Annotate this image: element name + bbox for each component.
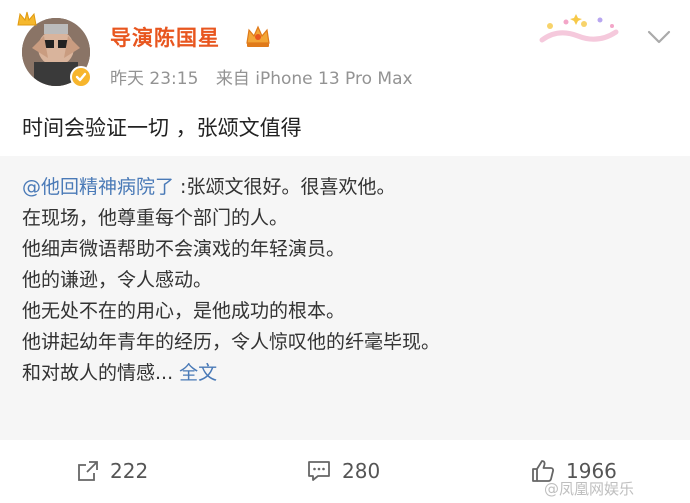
repost-count: 222 (110, 459, 149, 483)
chevron-down-icon[interactable] (646, 28, 672, 46)
repost-content: @他回精神病院了 :张颂文很好。很喜欢他。 在现场，他尊重每个部门的人。 他细声… (22, 172, 440, 389)
comment-count: 280 (342, 459, 381, 483)
repost-line: 在现场，他尊重每个部门的人。 (22, 207, 289, 229)
watermark: @凤凰网娱乐 (544, 480, 635, 498)
repost-last-line: 和对故人的情感... (22, 362, 180, 384)
repost-line: @他回精神病院了 :张颂文很好。很喜欢他。 (22, 172, 440, 203)
repost-line: 他讲起幼年青年的经历，令人惊叹他的纤毫毕现。 (22, 331, 441, 353)
comment-button[interactable]: 280 (306, 456, 380, 486)
repost-line: 他的谦逊，令人感动。 (22, 269, 213, 291)
post-meta: 昨天 23:15 来自 iPhone 13 Pro Max (110, 64, 425, 89)
verified-badge-icon (70, 66, 92, 88)
repost-first-line: :张颂文很好。很喜欢他。 (174, 176, 396, 198)
post-text: 时间会验证一切 ，张颂文值得 (22, 116, 302, 140)
author-name[interactable]: 导演陈国星 (110, 22, 220, 52)
weibo-post: 导演陈国星 昨天 23:15 来自 iPhone 13 Pro Max 时间会验… (0, 0, 690, 503)
repost-line: 他无处不在的用心，是他成功的根本。 (22, 300, 346, 322)
repost-button[interactable]: 222 (76, 456, 148, 486)
mention-link[interactable]: @他回精神病院了 (22, 176, 174, 198)
avatar[interactable] (17, 11, 92, 88)
share-icon (78, 461, 98, 481)
repost-box[interactable]: @他回精神病院了 :张颂文很好。很喜欢他。 在现场，他尊重每个部门的人。 他细声… (0, 156, 690, 440)
card-decoration-icon (538, 14, 620, 50)
repost-line: 他细声微语帮助不会演戏的年轻演员。 (22, 238, 346, 260)
post-timestamp: 昨天 23:15 (110, 69, 199, 89)
repost-line: 和对故人的情感... 全文 (22, 358, 440, 389)
crown-icon[interactable] (244, 23, 272, 49)
full-text-link[interactable]: 全文 (179, 362, 217, 384)
avatar-crown-icon (16, 10, 38, 32)
post-source: 来自 iPhone 13 Pro Max (215, 69, 413, 89)
comment-icon (308, 461, 330, 481)
